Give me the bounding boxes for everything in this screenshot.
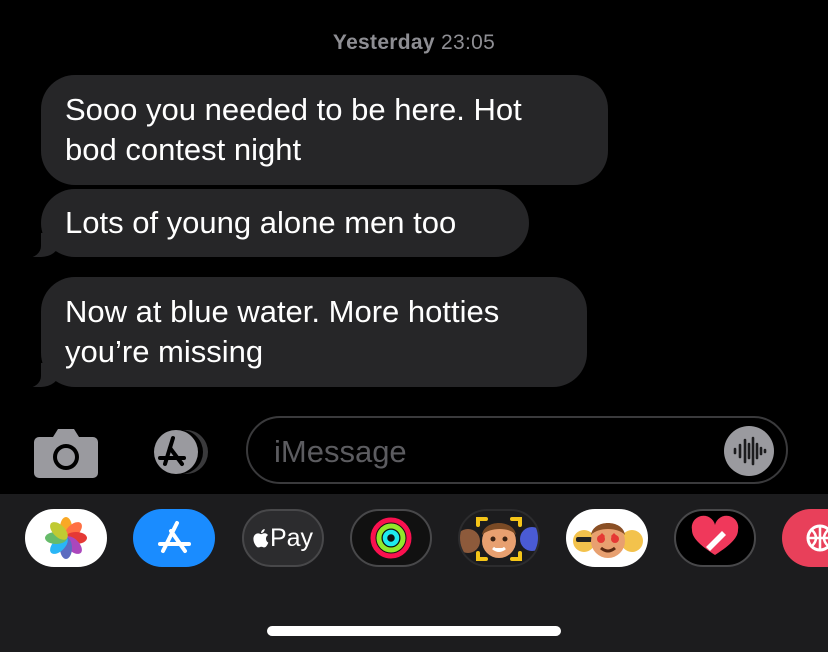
message-bubble-2[interactable]: Lots of young alone men too: [19, 189, 529, 258]
message-composer: iMessage: [0, 414, 828, 490]
digital-touch-app-button[interactable]: [674, 509, 756, 567]
memoji-stickers-app-button[interactable]: [566, 509, 648, 567]
message-bubble-1[interactable]: Sooo you needed to be here. Hot bod cont…: [41, 75, 608, 185]
photos-app-button[interactable]: [25, 509, 107, 567]
memoji-stickers-icon: [573, 523, 643, 558]
imessage-input[interactable]: iMessage: [246, 416, 788, 484]
digital-touch-icon: [691, 515, 739, 555]
web-app-button[interactable]: [782, 509, 828, 567]
activity-icon: [370, 517, 412, 559]
audio-message-button[interactable]: [724, 426, 774, 476]
app-store-app-button[interactable]: [133, 509, 215, 567]
imessage-app-drawer: Pay: [0, 494, 828, 652]
app-store-icon: [154, 430, 208, 474]
photos-icon: [45, 517, 87, 559]
memoji-icon: [460, 517, 538, 561]
message-bubble-3[interactable]: Now at blue water. More hotties you’re m…: [19, 277, 587, 388]
timestamp-time: 23:05: [441, 31, 496, 54]
app-store-icon: [158, 521, 191, 553]
waveform-icon: [733, 436, 767, 466]
apps-button[interactable]: [139, 428, 213, 476]
home-indicator[interactable]: [267, 626, 561, 636]
apple-pay-icon: Pay: [244, 511, 322, 565]
memoji-app-button[interactable]: [458, 509, 540, 567]
activity-app-button[interactable]: [350, 509, 432, 567]
camera-icon: [34, 429, 98, 478]
apple-pay-app-button[interactable]: Pay: [242, 509, 324, 567]
timestamp-day: Yesterday: [332, 31, 435, 54]
camera-button[interactable]: [33, 427, 99, 479]
imessage-placeholder: iMessage: [274, 434, 407, 469]
apple-logo-icon: [253, 529, 269, 548]
web-icon: [806, 524, 828, 552]
conversation-timestamp: Yesterday 23:05: [0, 31, 828, 55]
apple-pay-label: Pay: [269, 523, 314, 552]
